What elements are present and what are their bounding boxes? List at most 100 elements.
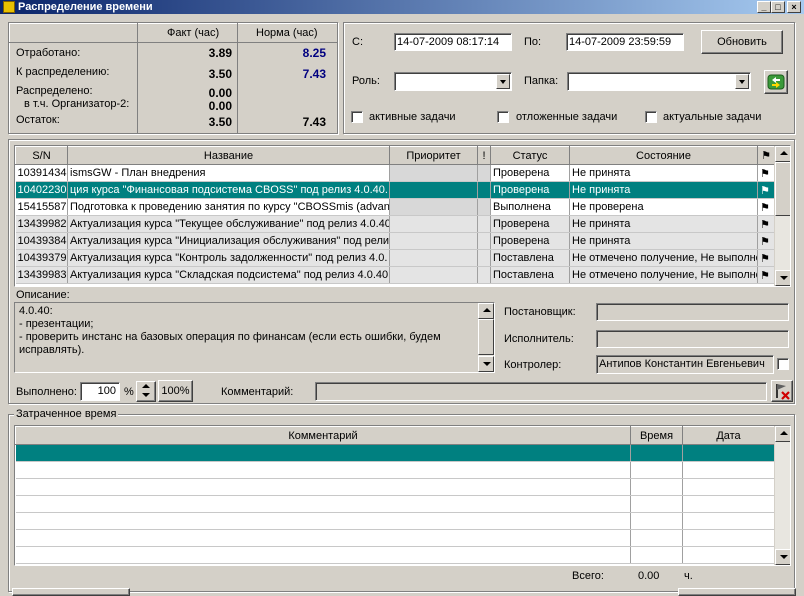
col-important[interactable]: ! [477,146,491,165]
cell-important [477,266,491,284]
cell-flag[interactable] [757,198,775,216]
actual-tasks-checkbox[interactable] [645,111,657,123]
col-time[interactable]: Время [630,426,683,445]
controller-label: Контролер: [504,359,562,371]
scroll-down-icon[interactable] [775,270,790,286]
scroll-thumb[interactable] [478,319,494,355]
cell-sn: 10439384 [15,232,68,250]
table-row[interactable]: 10439379 Актуализация курса "Контроль за… [15,249,775,267]
cell-state: Не проверена [569,198,758,216]
cell-flag[interactable] [757,266,775,284]
percent-stepper[interactable] [136,381,156,402]
stepper-up-icon[interactable] [138,380,154,388]
cell-flag[interactable] [757,215,775,233]
table-row[interactable] [15,495,775,513]
col-priority[interactable]: Приоритет [389,146,478,165]
task-grid-scrollbar[interactable] [774,146,790,286]
flag-icon [760,270,770,282]
close-button[interactable]: × [787,1,801,13]
scroll-up-icon[interactable] [478,303,494,319]
controller-field[interactable]: Антипов Константин Евгеньевич [596,355,774,374]
cell-state: Не принята [569,181,758,199]
col-sn[interactable]: S/N [15,146,68,165]
summary-fact-organizer: 0.00 [208,99,232,113]
table-row[interactable] [15,478,775,496]
refresh-folders-button[interactable] [764,70,788,94]
app-icon [3,1,15,13]
to-date-input[interactable]: 14-07-2009 23:59:59 [566,33,684,51]
from-date-input[interactable]: 14-07-2009 08:17:14 [394,33,512,51]
task-grid[interactable]: S/N Название Приоритет ! Статус Состояни… [14,145,791,287]
cell-priority [389,232,478,250]
active-tasks-checkbox[interactable] [351,111,363,123]
table-row[interactable] [15,546,775,564]
setter-field[interactable] [596,303,789,321]
scroll-up-icon[interactable] [775,146,790,162]
flag-delete-icon [776,384,790,400]
chevron-down-icon[interactable] [735,74,749,89]
cell-state: Не принята [569,164,758,182]
cell-important [477,198,491,216]
actual-tasks-label: актуальные задачи [663,111,762,123]
col-status[interactable]: Статус [490,146,570,165]
deferred-tasks-checkbox[interactable] [497,111,509,123]
table-row[interactable]: 10439384 Актуализация курса "Инициализац… [15,232,775,250]
cell-flag[interactable] [757,249,775,267]
role-select[interactable] [394,72,512,91]
spent-time-scrollbar[interactable] [774,426,790,565]
done-label: Выполнено: [16,386,77,398]
bottom-right-button[interactable] [678,588,796,596]
cell-flag[interactable] [757,181,775,199]
to-label: По: [524,36,542,48]
cell-sn: 10402230 [15,181,68,199]
cell-flag[interactable] [757,164,775,182]
summary-norm-remainder: 7.43 [302,115,326,129]
clear-flag-button[interactable] [771,380,793,402]
scroll-down-icon[interactable] [775,549,790,565]
cell-name: Актуализация курса "Контроль задолженнос… [67,249,390,267]
done-percent-input[interactable]: 100 [80,382,120,401]
table-row[interactable] [15,529,775,547]
stepper-down-icon[interactable] [138,388,154,397]
spent-time-grid[interactable]: Комментарий Время Дата [14,425,791,566]
table-row[interactable]: 10391434 ismsGW - План внедрения Провере… [15,164,775,182]
table-row[interactable] [15,512,775,530]
col-name[interactable]: Название [67,146,390,165]
controller-checkbox[interactable] [777,358,789,370]
description-scrollbar[interactable] [477,303,494,372]
bottom-left-button[interactable] [12,588,130,596]
summary-label-worked: Отработано: [16,47,81,59]
table-row[interactable]: 13439983 Актуализация курса "Складская п… [15,266,775,284]
folder-select[interactable] [567,72,751,91]
cell-important [477,232,491,250]
chevron-down-icon[interactable] [496,74,510,89]
cell-name: ismsGW - План внедрения [67,164,390,182]
col-date[interactable]: Дата [682,426,775,445]
description-line: - презентации; [19,318,94,330]
col-state[interactable]: Состояние [569,146,758,165]
table-row[interactable] [15,444,775,462]
col-flag[interactable] [757,146,775,165]
scroll-up-icon[interactable] [775,426,790,442]
comment-input[interactable] [315,382,767,401]
flag-icon [760,202,770,214]
cell-priority [389,266,478,284]
maximize-button[interactable]: □ [771,1,785,13]
table-row[interactable] [15,461,775,479]
cell-priority [389,215,478,233]
total-unit: ч. [684,570,693,582]
minimize-button[interactable]: _ [757,1,771,13]
description-textarea[interactable]: 4.0.40: - презентации; - проверить инста… [14,302,495,373]
refresh-button[interactable]: Обновить [701,30,783,54]
set-100-button[interactable]: 100% [158,380,193,402]
cell-sn: 10439379 [15,249,68,267]
cell-sn: 10391434 [15,164,68,182]
col-comment[interactable]: Комментарий [15,426,631,445]
executor-field[interactable] [596,330,789,348]
table-row[interactable]: 15415587 Подготовка к проведению занятия… [15,198,775,216]
scroll-down-icon[interactable] [478,356,494,372]
table-row[interactable]: 13439982 Актуализация курса "Текущее обс… [15,215,775,233]
cell-flag[interactable] [757,232,775,250]
table-row[interactable]: 10402230 ция курса "Финансовая подсистем… [15,181,775,199]
scroll-thumb[interactable] [775,162,790,216]
